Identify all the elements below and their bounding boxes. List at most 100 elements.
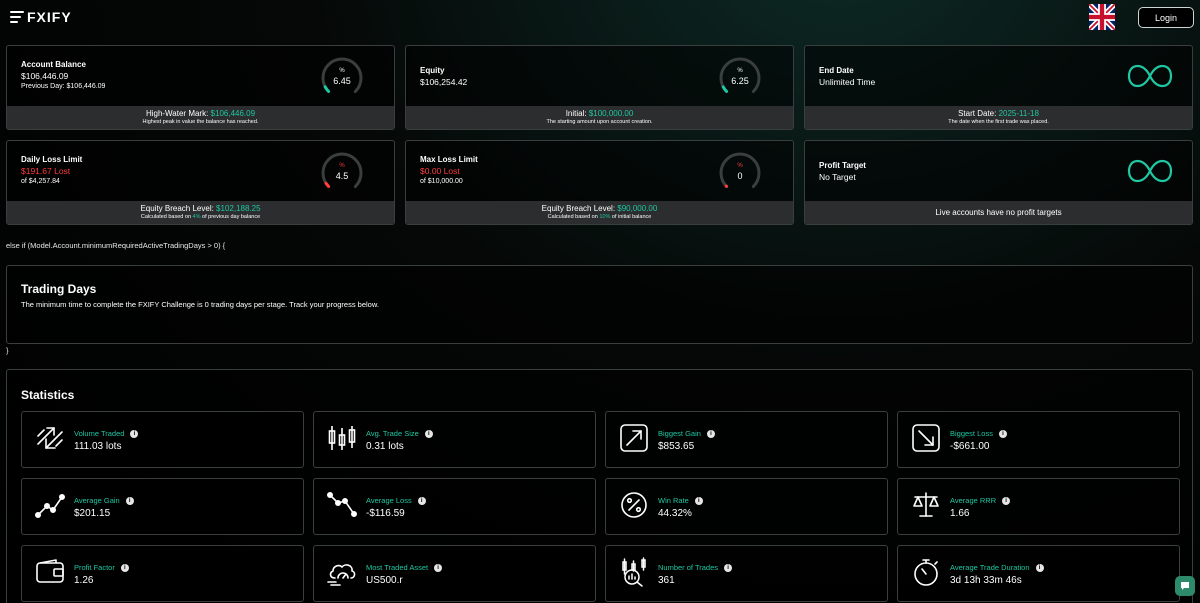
gauge-value: 6.45 bbox=[333, 76, 351, 86]
info-icon[interactable]: i bbox=[417, 497, 426, 506]
line-down-icon bbox=[326, 491, 357, 517]
speed-cloud-icon bbox=[327, 564, 356, 586]
stat-card: Avg. Trade Size i 0.31 lots bbox=[313, 411, 596, 468]
stat-card: Biggest Gain i $853.65 bbox=[605, 411, 888, 468]
fxify-logo[interactable]: FXIFY bbox=[10, 9, 72, 25]
stat-value: 1.66 bbox=[950, 508, 970, 519]
info-icon[interactable]: i bbox=[434, 564, 443, 573]
stopwatch-icon bbox=[914, 559, 938, 586]
stat-card: Number of Trades i 361 bbox=[605, 545, 888, 602]
info-icon[interactable]: i bbox=[120, 564, 129, 573]
card-footer: Start Date: 2025-11-18 The date when the… bbox=[805, 106, 1192, 129]
stat-label: Most Traded Asset bbox=[366, 563, 429, 572]
stat-label: Average Trade Duration bbox=[950, 563, 1030, 572]
stat-label: Avg. Trade Size bbox=[366, 429, 419, 438]
info-icon[interactable]: i bbox=[706, 430, 715, 439]
card-footer: Equity Breach Level: $90,000.00 Calculat… bbox=[406, 201, 793, 224]
arrow-down-right-icon bbox=[912, 424, 940, 452]
initial-balance-value: $100,000.00 bbox=[588, 109, 634, 118]
card-footer: Initial: $100,000.00 The starting amount… bbox=[406, 106, 793, 129]
stat-label: Average Loss bbox=[366, 496, 412, 505]
info-icon[interactable]: i bbox=[1002, 497, 1011, 506]
stat-label: Number of Trades bbox=[658, 563, 719, 572]
logo-mark-icon bbox=[10, 11, 24, 23]
footer-label: Initial: bbox=[565, 109, 589, 118]
stat-value: 44.32% bbox=[658, 508, 692, 519]
max-loss-gauge: % 0 bbox=[718, 151, 762, 195]
stat-card: Profit Factor i 1.26 bbox=[21, 545, 304, 602]
gauge-percent-symbol: % bbox=[339, 68, 345, 74]
stat-label: Average Gain bbox=[74, 496, 120, 505]
info-icon[interactable]: i bbox=[724, 564, 733, 573]
equity-card: Equity $106,254.42 % 6.25 Initial: $100,… bbox=[405, 45, 794, 130]
info-icon[interactable]: i bbox=[1035, 564, 1044, 573]
footer-subtext: Highest peak in value the balance has re… bbox=[142, 119, 259, 125]
profit-target-card: Profit Target No Target Live accounts ha… bbox=[804, 140, 1193, 225]
stat-value: $201.15 bbox=[74, 508, 111, 519]
info-icon[interactable]: i bbox=[130, 430, 139, 439]
volume-arrows-icon bbox=[37, 427, 63, 449]
max-loss-limit-card: Max Loss Limit $0.00 Lost of $10,000.00 … bbox=[405, 140, 794, 225]
footer-subtext: Calculated based on 10% of initial balan… bbox=[547, 214, 652, 220]
percent-badge-icon bbox=[621, 492, 647, 518]
trades-magnifier-icon bbox=[622, 557, 646, 587]
daily-loss-limit-card: Daily Loss Limit $191.67 Lost of $4,257.… bbox=[6, 140, 395, 225]
gauge-percent-symbol: % bbox=[737, 68, 743, 74]
info-icon[interactable]: i bbox=[694, 497, 703, 506]
stat-card: Average RRR i 1.66 bbox=[897, 478, 1180, 535]
trading-days-panel: Trading Days The minimum time to complet… bbox=[6, 265, 1193, 344]
gauge-percent-symbol: % bbox=[339, 163, 345, 169]
high-water-mark-value: $106,446.09 bbox=[210, 109, 256, 118]
card-footer: Live accounts have no profit targets bbox=[805, 201, 1192, 224]
end-date-card: End Date Unlimited Time Start Date: 2025… bbox=[804, 45, 1193, 130]
card-footer: Equity Breach Level: $102,188.25 Calcula… bbox=[7, 201, 394, 224]
gauge-percent-symbol: % bbox=[737, 163, 743, 169]
stat-card: Most Traded Asset i US500.r bbox=[313, 545, 596, 602]
footer-subtext: The starting amount upon account creatio… bbox=[546, 119, 653, 125]
uk-flag-icon[interactable] bbox=[1089, 4, 1115, 30]
stat-label: Biggest Loss bbox=[950, 429, 993, 438]
infinity-icon bbox=[1127, 159, 1173, 183]
info-icon[interactable]: i bbox=[424, 430, 433, 439]
stat-value: -$661.00 bbox=[950, 441, 990, 452]
stat-value: $853.65 bbox=[658, 441, 695, 452]
stat-value: US500.r bbox=[366, 575, 403, 586]
chat-widget-button[interactable] bbox=[1175, 576, 1195, 596]
equity-breach-level-value: $102,188.25 bbox=[216, 204, 261, 213]
daily-loss-gauge: % 4.5 bbox=[320, 151, 364, 195]
info-icon[interactable]: i bbox=[998, 430, 1007, 439]
login-button[interactable]: Login bbox=[1138, 7, 1194, 28]
profit-target-footer: Live accounts have no profit targets bbox=[935, 208, 1062, 217]
footer-label: High-Water Mark: bbox=[145, 109, 211, 118]
gauge-value: 4.5 bbox=[335, 171, 349, 181]
stat-card: Average Loss i -$116.59 bbox=[313, 478, 596, 535]
line-up-icon bbox=[34, 494, 65, 518]
raw-code-text: else if (Model.Account.minimumRequiredAc… bbox=[6, 241, 226, 250]
chat-icon bbox=[1181, 582, 1189, 590]
footer-label: Start Date: bbox=[958, 109, 999, 118]
footer-label: Equity Breach Level: bbox=[140, 204, 217, 213]
stat-card: Average Trade Duration i 3d 13h 33m 46s bbox=[897, 545, 1180, 602]
candlestick-icon bbox=[328, 426, 356, 450]
infinity-icon bbox=[1127, 64, 1173, 88]
stat-card: Biggest Loss i -$661.00 bbox=[897, 411, 1180, 468]
balance-gauge: % 6.45 bbox=[320, 56, 364, 100]
statistics-panel: Statistics Volume Traded i 111.03 lots Av… bbox=[6, 369, 1193, 603]
stat-label: Win Rate bbox=[658, 496, 689, 505]
gauge-value: 6.25 bbox=[731, 76, 749, 86]
stat-label: Average RRR bbox=[950, 496, 997, 505]
stat-card: Win Rate i 44.32% bbox=[605, 478, 888, 535]
stat-label: Volume Traded bbox=[74, 429, 125, 438]
account-balance-card: Account Balance $106,446.09 Previous Day… bbox=[6, 45, 395, 130]
stat-label: Biggest Gain bbox=[658, 429, 701, 438]
footer-label: Equity Breach Level: bbox=[541, 204, 618, 213]
logo-text: FXIFY bbox=[27, 9, 72, 25]
raw-code-brace: } bbox=[6, 346, 9, 355]
stat-label: Profit Factor bbox=[74, 563, 115, 572]
footer-subtext: The date when the first trade was placed… bbox=[948, 119, 1049, 125]
footer-subtext: Calculated based on 4% of previous day b… bbox=[140, 214, 261, 220]
stat-value: 0.31 lots bbox=[366, 441, 404, 452]
info-icon[interactable]: i bbox=[125, 497, 134, 506]
stat-value: -$116.59 bbox=[366, 508, 405, 519]
trading-days-title: Trading Days bbox=[21, 282, 97, 296]
